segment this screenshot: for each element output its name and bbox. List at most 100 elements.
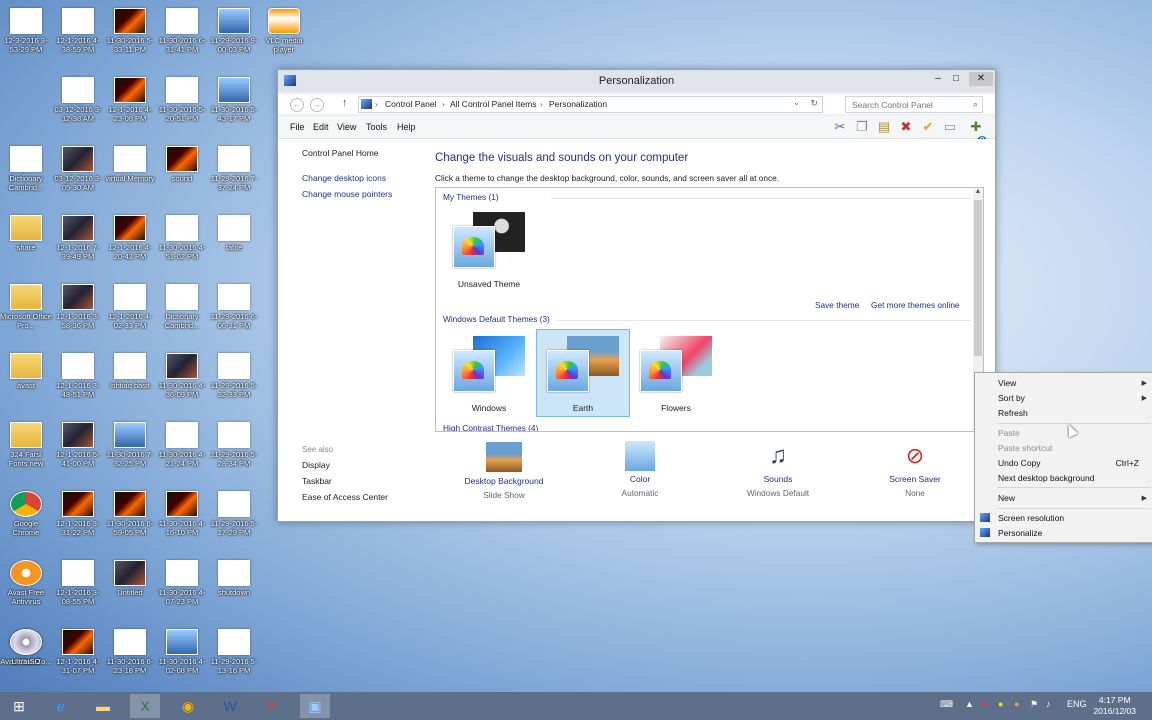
back-button[interactable]: ←: [290, 98, 304, 112]
breadcrumb-all-items[interactable]: All Control Panel Items: [450, 99, 536, 109]
tray-app-icon[interactable]: ●: [998, 699, 1003, 709]
desktop-icon[interactable]: 12-3-2016 3-53-29 PM: [0, 8, 52, 54]
volume-icon[interactable]: ♪: [1046, 699, 1051, 709]
keyboard-icon[interactable]: ⌨: [940, 699, 953, 710]
desktop-icon[interactable]: VLC media player: [258, 8, 310, 54]
desktop-icon[interactable]: 12-1-2016 3-31-22 PM: [52, 491, 104, 537]
desktop-icon[interactable]: 12-1-2016 7-39-49 PM: [52, 215, 104, 261]
properties-icon[interactable]: ▭: [942, 119, 958, 135]
desktop-icon[interactable]: 12-1-2016 4-20-42 PM: [104, 215, 156, 261]
search-box[interactable]: ⌕: [845, 96, 983, 113]
menu-item-sort-by[interactable]: Sort by: [998, 393, 1025, 403]
desktop-icon[interactable]: 11-30-2016 6-59-05 PM: [104, 491, 156, 537]
desktop-icon[interactable]: ishtiaq basit: [104, 353, 156, 390]
desktop-icon[interactable]: 11-30-2016 5-20-51 PM: [156, 77, 208, 123]
search-icon[interactable]: ⌕: [973, 99, 978, 110]
desktop-background-setting[interactable]: Desktop Background Slide Show: [449, 441, 559, 500]
menu-item-next-background[interactable]: Next desktop background: [998, 473, 1094, 483]
theme-windows[interactable]: Windows: [443, 330, 535, 416]
desktop-icon[interactable]: 11-30-2016 4-16-10 PM: [156, 491, 208, 537]
change-desktop-icons-link[interactable]: Change desktop icons: [302, 173, 386, 183]
desktop-icon[interactable]: 12-1-2016 4-38-59 PM: [52, 8, 104, 54]
theme-flowers[interactable]: Flowers: [630, 330, 722, 416]
desktop-icon[interactable]: 12-1-2016 4-31-07 PM: [52, 629, 104, 675]
desktop-icon[interactable]: 11-29-2016 9-00-03 PM: [208, 8, 260, 54]
screen-saver-setting[interactable]: ⊘ Screen Saver None: [860, 441, 970, 498]
menu-item-view[interactable]: View: [998, 378, 1016, 388]
get-more-themes-link[interactable]: Get more themes online: [871, 300, 960, 310]
cut-icon[interactable]: ✂: [832, 119, 848, 135]
clock[interactable]: 4:17 PM 2016/12/03: [1093, 695, 1136, 717]
forward-button[interactable]: →: [310, 98, 324, 112]
theme-unsaved[interactable]: Unsaved Theme: [443, 206, 535, 292]
desktop-icon[interactable]: 11-30-2016 5-33-11 PM: [104, 8, 156, 54]
desktop-icon[interactable]: 12-1-2016 3-48-51 PM: [52, 353, 104, 399]
desktop-icon[interactable]: table: [208, 215, 260, 252]
desktop-icon[interactable]: 12-1-2016 4-23-08 PM: [104, 77, 156, 123]
file-explorer-icon[interactable]: ▬: [88, 694, 118, 718]
copy-icon[interactable]: ❐: [854, 119, 870, 135]
menu-item-personalize[interactable]: Personalize: [998, 528, 1042, 538]
themes-list[interactable]: My Themes (1) Unsaved Theme Save theme G…: [435, 187, 984, 432]
desktop-icon[interactable]: Dictionary Cambrid...: [0, 146, 52, 192]
desktop-icon[interactable]: 11-29-2016 7-37-24 PM: [208, 146, 260, 192]
excel-icon[interactable]: X: [130, 694, 160, 718]
breadcrumb-control-panel[interactable]: Control Panel: [385, 99, 437, 109]
scroll-thumb[interactable]: [974, 200, 982, 356]
chrome-icon[interactable]: ◉: [173, 694, 203, 718]
desktop-icon[interactable]: 12-1-2016 3-08-55 PM: [52, 560, 104, 606]
display-link[interactable]: Display: [302, 460, 330, 470]
paste-icon[interactable]: ▤: [876, 119, 892, 135]
desktop-icon[interactable]: 11-30-2016 4-02-08 PM: [156, 629, 208, 675]
menu-help[interactable]: Help: [397, 122, 416, 132]
internet-explorer-icon[interactable]: ℯ: [46, 694, 76, 718]
menu-item-refresh[interactable]: Refresh: [998, 408, 1028, 418]
minimize-button[interactable]: –: [929, 72, 947, 86]
start-button-icon[interactable]: ⊞: [4, 694, 34, 718]
sounds-setting[interactable]: ♫ Sounds Windows Default: [723, 441, 833, 498]
delete-icon[interactable]: ✖: [898, 119, 914, 135]
color-setting[interactable]: Color Automatic: [585, 441, 695, 498]
control-panel-taskbar-icon[interactable]: ▣: [300, 694, 330, 718]
breadcrumb-personalization[interactable]: Personalization: [549, 99, 607, 109]
desktop-icon[interactable]: 11-29-2016 5-17-29 PM: [208, 491, 260, 537]
desktop-icon[interactable]: Google Chrome: [0, 491, 52, 537]
desktop-icon[interactable]: 11-30-2016 5-43-17 PM: [208, 77, 260, 123]
desktop-icon[interactable]: 03-12-2016 3-05-30 AM: [52, 146, 104, 192]
desktop-icon[interactable]: 12-1-2016 4-02-33 PM: [104, 284, 156, 330]
desktop-icon[interactable]: Dictionary Cambrid...: [156, 284, 208, 330]
maximize-button[interactable]: □: [947, 72, 965, 86]
powerpoint-icon[interactable]: P: [257, 694, 287, 718]
menu-tools[interactable]: Tools: [366, 122, 387, 132]
menu-edit[interactable]: Edit: [313, 122, 329, 132]
desktop-icon[interactable]: 11-30-2016 4-36-09 PM: [156, 353, 208, 399]
chevron-down-icon[interactable]: ⌄: [793, 98, 800, 107]
refresh-icon[interactable]: ↻: [810, 98, 818, 109]
desktop-icon[interactable]: share: [0, 215, 52, 252]
desktop-icon[interactable]: 11-30-2016 4-07-23 PM: [156, 560, 208, 606]
address-bar[interactable]: › Control Panel › All Control Panel Item…: [358, 96, 823, 113]
scroll-up-icon[interactable]: ▲: [973, 188, 983, 198]
menu-item-new[interactable]: New: [998, 493, 1015, 503]
language-indicator[interactable]: ENG: [1067, 699, 1087, 709]
avast-tray-icon[interactable]: ●: [1014, 699, 1019, 709]
desktop-icon[interactable]: 12-1-2016 5-41-00 PM: [52, 422, 104, 468]
menu-file[interactable]: File: [290, 122, 305, 132]
search-input[interactable]: [850, 99, 964, 111]
theme-earth[interactable]: Earth: [536, 329, 630, 417]
menu-item-screen-resolution[interactable]: Screen resolution: [998, 513, 1064, 523]
flag-icon[interactable]: ⚑: [1030, 699, 1038, 710]
globe-icon[interactable]: ✚: [968, 119, 984, 135]
save-theme-link[interactable]: Save theme: [815, 300, 859, 310]
close-button[interactable]: ✕: [969, 72, 993, 86]
menu-view[interactable]: View: [337, 122, 356, 132]
menu-item-undo-copy[interactable]: Undo Copy: [998, 458, 1041, 468]
desktop-icon[interactable]: 324 Farsi Fonts new: [0, 422, 52, 468]
desktop-icon[interactable]: shutdown: [208, 560, 260, 597]
change-mouse-pointers-link[interactable]: Change mouse pointers: [302, 189, 392, 199]
title-bar[interactable]: Personalization – □ ✕: [278, 70, 995, 92]
desktop-icon[interactable]: 11-30-2016 6-31-41 PM: [156, 8, 208, 54]
word-icon[interactable]: W: [215, 694, 245, 718]
desktop-icon[interactable]: 11-29-2016 5-13-16 PM: [208, 629, 260, 675]
desktop-icon[interactable]: Microsoft Office Pro...: [0, 284, 52, 330]
